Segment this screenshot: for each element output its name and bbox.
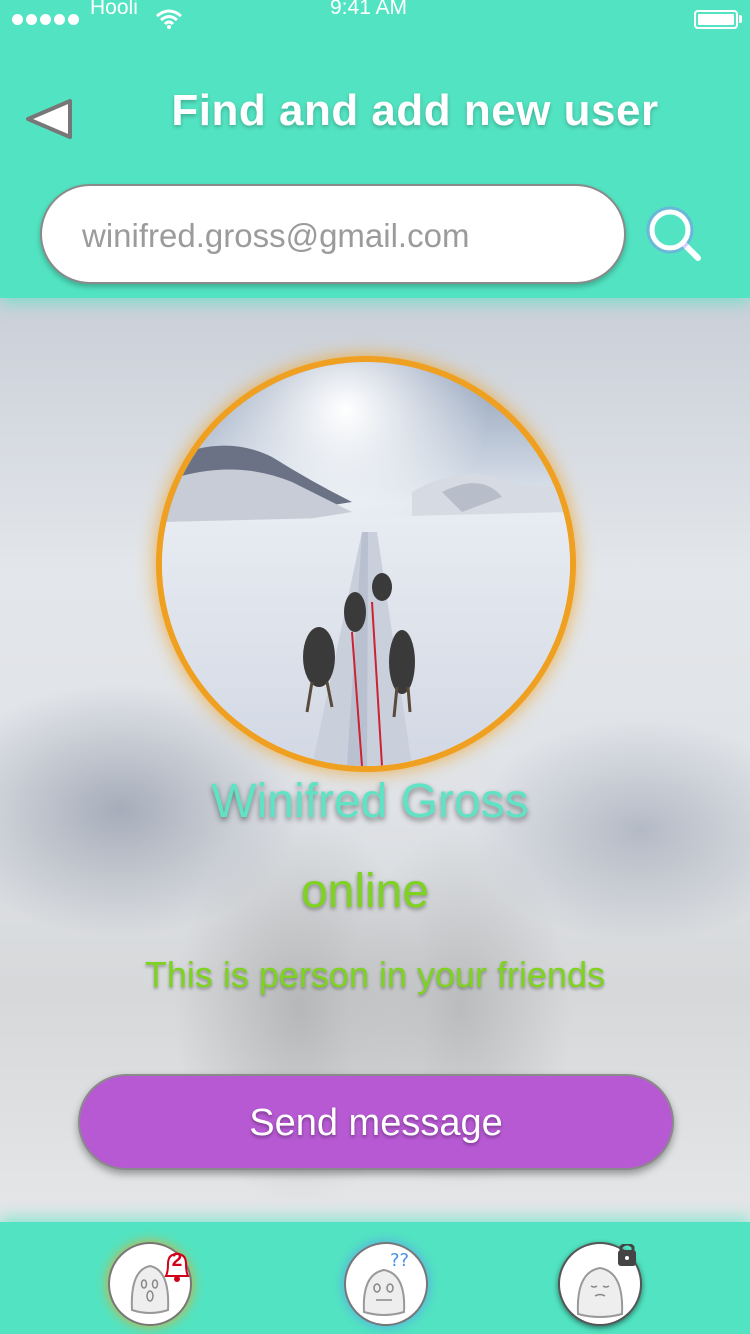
wifi-icon (155, 8, 183, 36)
avatar-photo-dogsled (162, 362, 570, 766)
search-button[interactable] (640, 200, 708, 268)
user-online-status: online (300, 865, 430, 918)
tab-find-users[interactable]: ?? (344, 1242, 428, 1326)
back-button[interactable] (22, 96, 78, 142)
carrier-name: Hooli (90, 0, 138, 19)
send-message-button[interactable]: Send message (78, 1074, 674, 1170)
battery-icon (694, 10, 738, 29)
user-name: Winifred Gross (211, 775, 529, 828)
avatar (162, 362, 570, 766)
tab-private[interactable] (558, 1242, 642, 1326)
notification-badge: 2 (162, 1248, 192, 1284)
svg-text:??: ?? (390, 1250, 409, 1271)
search-icon (646, 206, 701, 261)
page-title: Find and add new user (171, 86, 659, 135)
search-field (40, 184, 626, 284)
search-input[interactable] (80, 204, 604, 268)
ghost-question-icon: ?? (362, 1250, 409, 1316)
back-arrow-icon (26, 99, 72, 139)
status-bar: Hooli 9:41 AM (0, 0, 750, 40)
clock: 9:41 AM (330, 0, 408, 19)
notification-count: 2 (171, 1250, 183, 1271)
signal-strength-icon (12, 14, 79, 25)
ghost-locked-icon (576, 1244, 636, 1318)
header: Hooli 9:41 AM Find and add new user (0, 0, 750, 298)
friendship-note: This is person in your friends (144, 954, 606, 995)
battery-tip (739, 15, 742, 23)
